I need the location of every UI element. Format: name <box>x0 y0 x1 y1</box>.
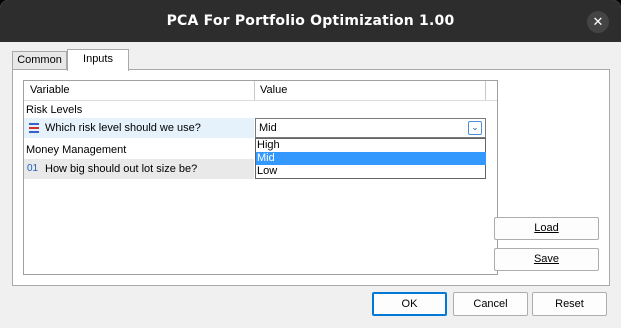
column-divider[interactable] <box>254 81 255 100</box>
column-header-variable[interactable]: Variable <box>30 84 70 96</box>
tab-common[interactable]: Common <box>12 51 67 69</box>
group-row-risk-levels: Risk Levels <box>24 100 497 120</box>
title-bar[interactable]: PCA For Portfolio Optimization 1.00 ✕ <box>0 0 621 42</box>
close-icon: ✕ <box>592 14 604 29</box>
cancel-button[interactable]: Cancel <box>453 292 528 316</box>
dialog-window: PCA For Portfolio Optimization 1.00 ✕ Co… <box>0 0 621 328</box>
param-label: Which risk level should we use? <box>45 122 201 134</box>
group-label: Money Management <box>26 144 127 156</box>
dropdown-option-high[interactable]: High <box>256 139 486 152</box>
param-label: How big should out lot size be? <box>45 163 198 175</box>
enum-list-icon <box>29 123 39 133</box>
ok-button[interactable]: OK <box>372 292 447 316</box>
column-divider[interactable] <box>485 81 486 100</box>
risk-level-dropdown-list: High Mid Low <box>255 138 486 179</box>
save-button[interactable]: Save <box>494 248 599 271</box>
close-button[interactable]: ✕ <box>587 11 609 33</box>
window-title: PCA For Portfolio Optimization 1.00 <box>166 13 455 29</box>
reset-button[interactable]: Reset <box>532 292 607 316</box>
inputs-panel: Variable Value Risk Levels Which risk le… <box>12 69 610 286</box>
load-button[interactable]: Load <box>494 217 599 240</box>
grid-header: Variable Value <box>24 81 497 101</box>
select-value: Mid <box>259 122 277 134</box>
column-header-value[interactable]: Value <box>260 84 287 96</box>
dropdown-option-low[interactable]: Low <box>256 165 486 178</box>
numeric-icon: 01 <box>27 163 39 174</box>
risk-level-select[interactable]: Mid ⌄ <box>255 118 486 138</box>
parameters-grid: Variable Value Risk Levels Which risk le… <box>23 80 498 275</box>
group-label: Risk Levels <box>26 104 83 116</box>
dropdown-option-mid[interactable]: Mid <box>256 152 486 165</box>
chevron-down-icon[interactable]: ⌄ <box>468 121 482 135</box>
save-button-label: Save <box>533 253 560 265</box>
load-button-label: Load <box>534 222 559 234</box>
tab-inputs[interactable]: Inputs <box>67 49 129 71</box>
